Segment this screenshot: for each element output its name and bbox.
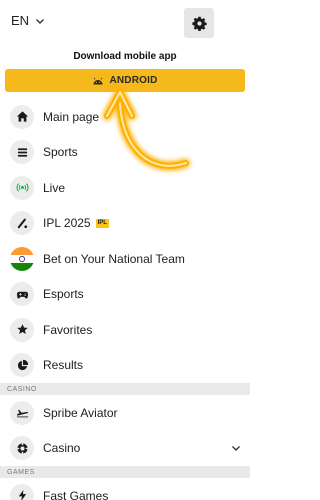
live-broadcast-icon [10,175,34,200]
download-app-title: Download mobile app [73,51,177,62]
section-header-casino: CASINO [0,383,250,395]
menu-item-label: Esports [43,287,84,302]
menu-item-national-team[interactable]: Bet on Your National Team [0,241,250,277]
star-icon [10,317,34,342]
settings-button[interactable] [184,8,214,38]
menu-item-label: Live [43,180,66,195]
ipl-badge: IPL [95,218,109,228]
top-bar: EN [0,0,250,46]
menu-item-results[interactable]: Results [0,348,250,384]
menu-item-label: Fast Games [43,488,109,500]
menu-item-label: Sports [43,145,78,160]
menu-item-ipl-2025[interactable]: IPL 2025 IPL [0,206,250,242]
menu-item-label: Favorites [43,322,93,337]
menu-item-casino[interactable]: Casino [0,431,250,467]
menu-item-spribe-aviator[interactable]: Spribe Aviator [0,395,250,431]
sports-list-icon [10,140,34,165]
menu-item-label: Main page [43,109,100,124]
results-pie-icon [10,353,34,378]
android-icon [93,77,103,84]
language-label: EN [11,13,30,28]
side-menu: Main page Sports Live IPL 2025 IPL Bet o… [0,99,250,500]
menu-item-esports[interactable]: Esports [0,277,250,313]
menu-item-live[interactable]: Live [0,170,250,206]
india-flag-icon [10,246,34,271]
section-header-games: GAMES [0,466,250,478]
android-label: ANDROID [109,75,158,86]
gamepad-icon [10,282,34,307]
casino-chip-icon [10,436,34,461]
home-icon [10,104,34,129]
android-download-button[interactable]: ANDROID [5,69,245,92]
gear-icon [191,16,207,31]
menu-item-sports[interactable]: Sports [0,135,250,171]
language-selector[interactable]: EN [11,13,45,28]
menu-item-label: IPL 2025 [43,216,91,231]
chevron-down-icon[interactable] [231,443,241,453]
cricket-icon [10,211,34,236]
menu-item-label: Spribe Aviator [43,405,118,420]
fast-games-icon [10,483,34,500]
menu-item-fast-games[interactable]: Fast Games [0,478,250,500]
chevron-down-icon [36,18,45,24]
menu-item-favorites[interactable]: Favorites [0,312,250,348]
airplane-icon [10,400,34,425]
menu-item-main-page[interactable]: Main page [0,99,250,135]
menu-item-label: Casino [43,441,81,456]
menu-item-label: Bet on Your National Team [43,251,185,266]
menu-item-label: Results [43,358,84,373]
